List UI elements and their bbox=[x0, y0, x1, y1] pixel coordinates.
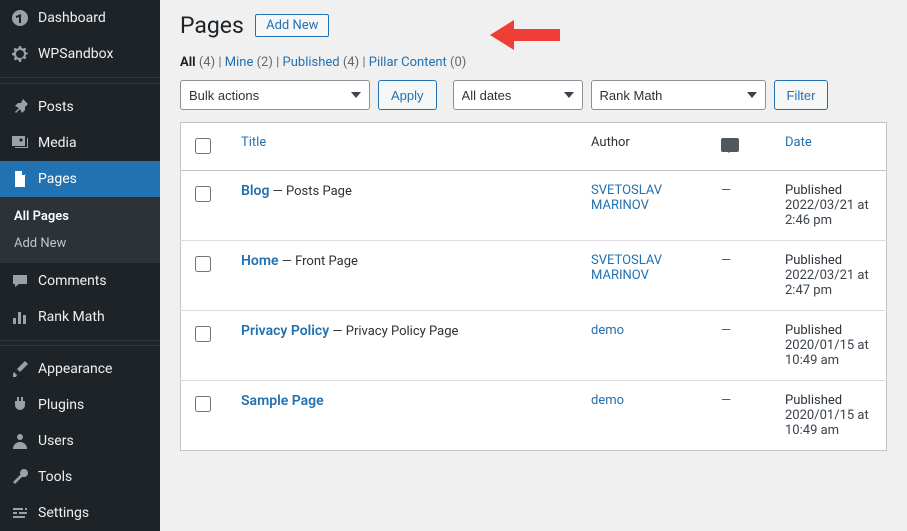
row-author-link[interactable]: SVETOSLAV MARINOV bbox=[591, 253, 662, 283]
row-pub-state: Published bbox=[785, 323, 876, 338]
table-row: Blog — Posts Page SVETOSLAV MARINOV — Pu… bbox=[181, 171, 887, 241]
table-row: Home — Front Page SVETOSLAV MARINOV — Pu… bbox=[181, 241, 887, 311]
sidebar-item-label: Settings bbox=[38, 505, 89, 521]
row-pub-state: Published bbox=[785, 183, 876, 198]
add-new-button[interactable]: Add New bbox=[255, 14, 329, 37]
chart-icon bbox=[10, 307, 30, 327]
wrench-icon bbox=[10, 467, 30, 487]
dates-select[interactable]: All dates bbox=[453, 80, 583, 110]
rankmath-select[interactable]: Rank Math bbox=[591, 80, 766, 110]
sidebar-item-rankmath[interactable]: Rank Math bbox=[0, 299, 160, 335]
row-comments: — bbox=[711, 241, 775, 311]
sliders-icon bbox=[10, 503, 30, 523]
table-row: Sample Page demo — Published2020/01/15 a… bbox=[181, 381, 887, 451]
sidebar-item-media[interactable]: Media bbox=[0, 125, 160, 161]
row-title-link[interactable]: Sample Page bbox=[241, 393, 324, 409]
sidebar-item-label: Comments bbox=[38, 273, 107, 289]
sidebar-item-label: Plugins bbox=[38, 397, 84, 413]
sidebar-item-posts[interactable]: Posts bbox=[0, 89, 160, 125]
page-title: Pages bbox=[180, 12, 244, 39]
row-pub-state: Published bbox=[785, 253, 876, 268]
row-author-link[interactable]: demo bbox=[591, 323, 624, 338]
bulk-actions-select[interactable]: Bulk actions bbox=[180, 80, 370, 110]
media-icon bbox=[10, 133, 30, 153]
row-state: — Posts Page bbox=[269, 184, 351, 199]
filter-mine[interactable]: Mine bbox=[225, 55, 254, 70]
gear-icon bbox=[10, 44, 30, 64]
filter-published[interactable]: Published bbox=[283, 55, 340, 70]
pin-icon bbox=[10, 97, 30, 117]
filter-all[interactable]: All bbox=[180, 55, 196, 70]
row-comments: — bbox=[711, 311, 775, 381]
sidebar-item-users[interactable]: Users bbox=[0, 423, 160, 459]
page-icon bbox=[10, 169, 30, 189]
user-icon bbox=[10, 431, 30, 451]
annotation-arrow-icon bbox=[490, 18, 560, 52]
row-comments: — bbox=[711, 171, 775, 241]
sidebar-item-label: Media bbox=[38, 135, 77, 151]
row-title-link[interactable]: Privacy Policy bbox=[241, 323, 329, 339]
select-all-checkbox[interactable] bbox=[195, 138, 211, 154]
col-title[interactable]: Title bbox=[241, 135, 266, 150]
sidebar-item-wpsandbox[interactable]: WPSandbox bbox=[0, 36, 160, 72]
comments-icon bbox=[721, 138, 739, 152]
admin-sidebar: Dashboard WPSandbox Posts Media Pages Al… bbox=[0, 0, 160, 531]
sidebar-item-dashboard[interactable]: Dashboard bbox=[0, 0, 160, 36]
sidebar-item-pages[interactable]: Pages bbox=[0, 161, 160, 197]
sidebar-item-label: Pages bbox=[38, 171, 77, 187]
sidebar-item-appearance[interactable]: Appearance bbox=[0, 351, 160, 387]
sidebar-item-label: Dashboard bbox=[38, 10, 106, 26]
submenu-add-new[interactable]: Add New bbox=[0, 230, 160, 257]
row-pub-date: 2020/01/15 at 10:49 am bbox=[785, 408, 869, 438]
sidebar-item-settings[interactable]: Settings bbox=[0, 495, 160, 531]
brush-icon bbox=[10, 359, 30, 379]
row-comments: — bbox=[711, 381, 775, 451]
table-row: Privacy Policy — Privacy Policy Page dem… bbox=[181, 311, 887, 381]
row-checkbox[interactable] bbox=[195, 256, 211, 272]
comment-icon bbox=[10, 271, 30, 291]
col-date[interactable]: Date bbox=[785, 135, 812, 150]
sidebar-submenu: All Pages Add New bbox=[0, 197, 160, 263]
row-checkbox[interactable] bbox=[195, 326, 211, 342]
sidebar-item-plugins[interactable]: Plugins bbox=[0, 387, 160, 423]
apply-button[interactable]: Apply bbox=[378, 80, 437, 110]
sidebar-item-label: Posts bbox=[38, 99, 74, 115]
status-filters: All (4) | Mine (2) | Published (4) | Pil… bbox=[180, 55, 887, 70]
sidebar-item-label: WPSandbox bbox=[38, 46, 113, 62]
row-author-link[interactable]: SVETOSLAV MARINOV bbox=[591, 183, 662, 213]
row-title-link[interactable]: Blog bbox=[241, 183, 269, 199]
row-state: — Front Page bbox=[279, 254, 358, 269]
sidebar-item-comments[interactable]: Comments bbox=[0, 263, 160, 299]
row-checkbox[interactable] bbox=[195, 396, 211, 412]
row-checkbox[interactable] bbox=[195, 186, 211, 202]
row-pub-date: 2020/01/15 at 10:49 am bbox=[785, 338, 869, 368]
pages-table: Title Author Date Blog — Posts Page SVET… bbox=[180, 122, 887, 451]
filter-pillar[interactable]: Pillar Content bbox=[369, 55, 447, 70]
row-author-link[interactable]: demo bbox=[591, 393, 624, 408]
sidebar-item-label: Appearance bbox=[38, 361, 112, 377]
col-author: Author bbox=[581, 123, 711, 171]
sidebar-item-tools[interactable]: Tools bbox=[0, 459, 160, 495]
sidebar-item-label: Users bbox=[38, 433, 74, 449]
row-title-link[interactable]: Home bbox=[241, 253, 279, 269]
dashboard-icon bbox=[10, 8, 30, 28]
row-pub-date: 2022/03/21 at 2:47 pm bbox=[785, 268, 869, 298]
sidebar-item-label: Rank Math bbox=[38, 309, 105, 325]
main-content: Pages Add New All (4) | Mine (2) | Publi… bbox=[160, 0, 907, 531]
row-state: — Privacy Policy Page bbox=[329, 324, 458, 339]
submenu-all-pages[interactable]: All Pages bbox=[0, 203, 160, 230]
row-pub-date: 2022/03/21 at 2:46 pm bbox=[785, 198, 869, 228]
plug-icon bbox=[10, 395, 30, 415]
row-pub-state: Published bbox=[785, 393, 876, 408]
tablenav: Bulk actions Apply All dates Rank Math F… bbox=[180, 80, 887, 110]
filter-button[interactable]: Filter bbox=[774, 80, 829, 110]
sidebar-item-label: Tools bbox=[38, 469, 72, 485]
